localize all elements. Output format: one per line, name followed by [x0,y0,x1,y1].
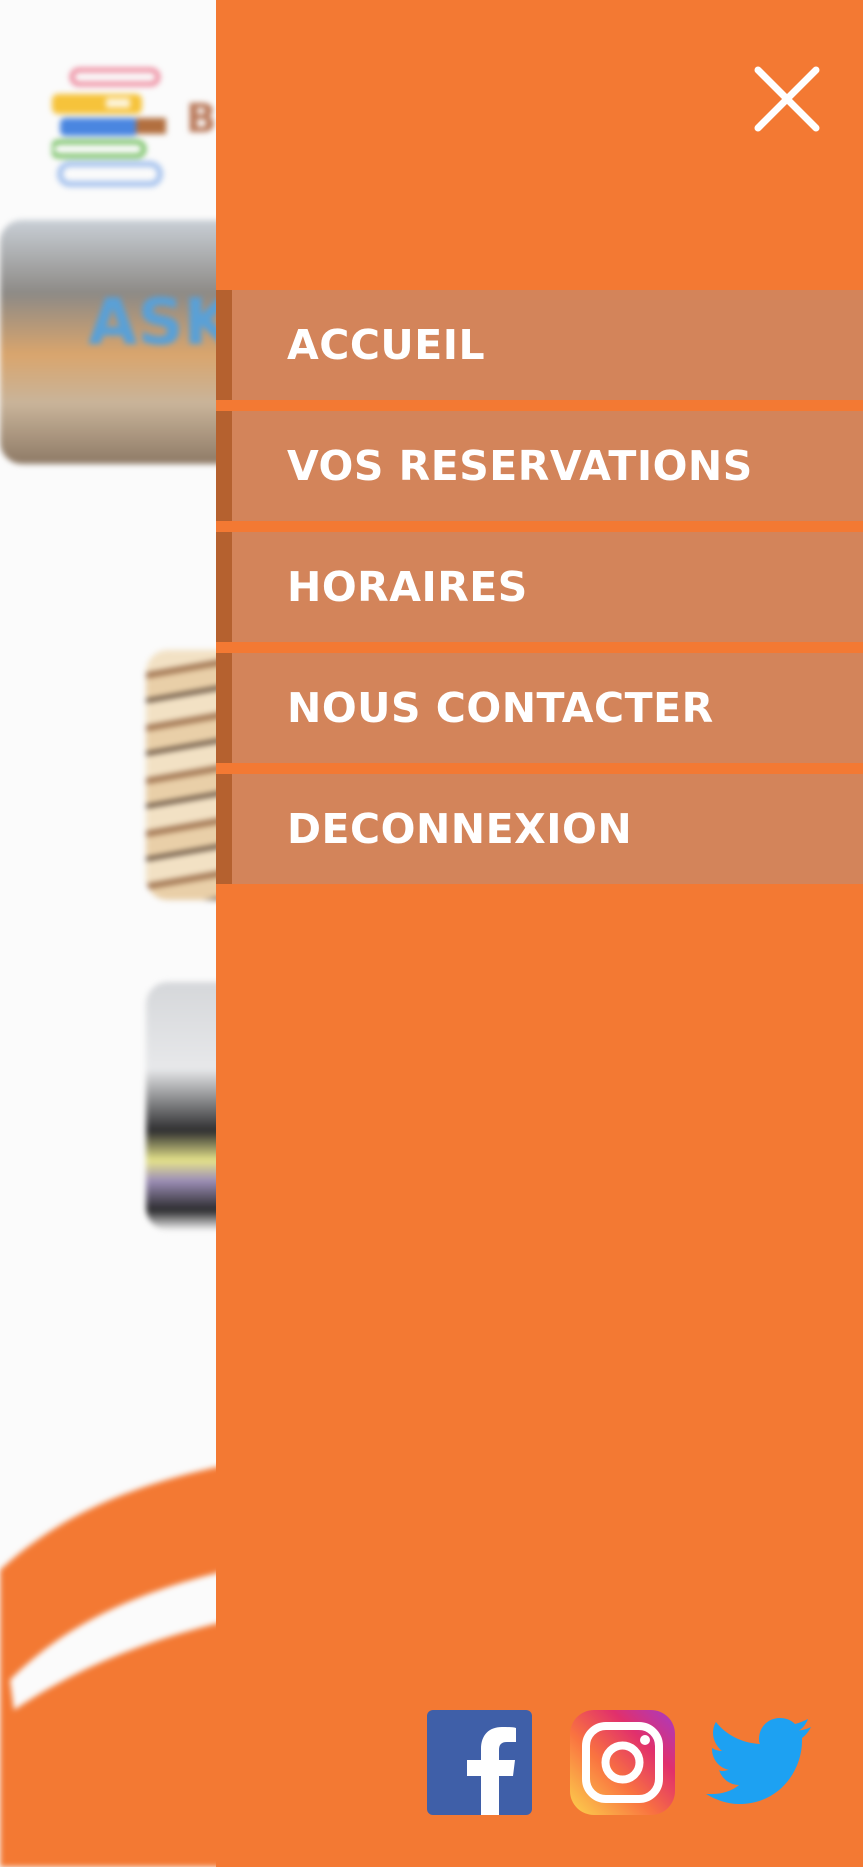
drawer-menu: ACCUEIL VOS RESERVATIONS HORAIRES NOUS C… [216,290,863,895]
menu-item-deconnexion[interactable]: DECONNEXION [216,774,863,884]
menu-item-reservations[interactable]: VOS RESERVATIONS [216,411,863,521]
menu-item-label: NOUS CONTACTER [287,684,714,732]
menu-item-accueil[interactable]: ACCUEIL [216,290,863,400]
close-icon[interactable] [752,64,822,134]
books-logo-icon [52,67,166,187]
menu-item-label: VOS RESERVATIONS [287,442,753,490]
instagram-icon[interactable] [570,1710,675,1815]
menu-item-label: DECONNEXION [287,805,633,853]
page: B ASK ACCUEIL VOS RESERVATIONS HORAIRES … [0,0,863,1867]
menu-item-contact[interactable]: NOUS CONTACTER [216,653,863,763]
side-drawer [216,0,863,1867]
logo-text: B [186,96,217,142]
menu-item-label: HORAIRES [287,563,528,611]
menu-item-horaires[interactable]: HORAIRES [216,532,863,642]
menu-item-label: ACCUEIL [287,321,486,369]
twitter-icon[interactable] [705,1716,811,1808]
facebook-icon[interactable] [427,1710,532,1815]
banner-text: ASK [88,286,234,360]
